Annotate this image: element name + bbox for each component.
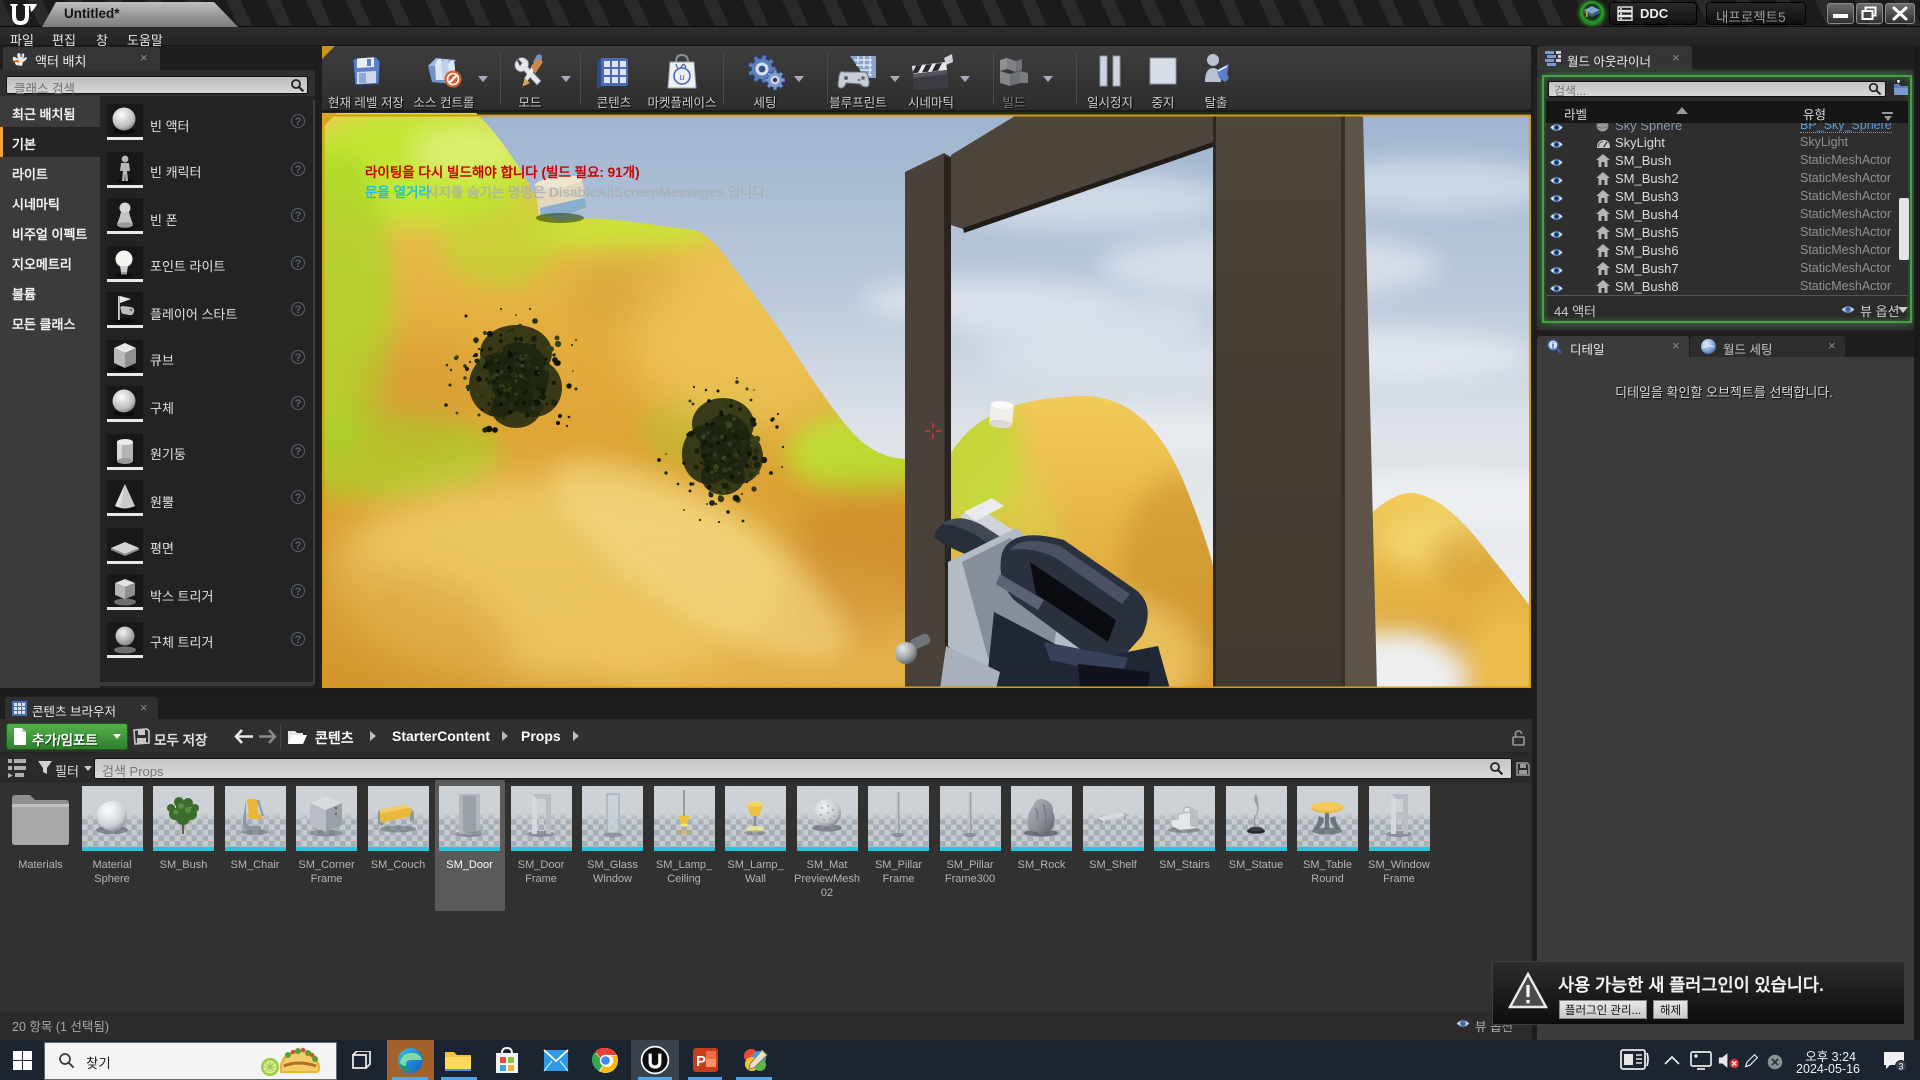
svg-text:P: P: [696, 1053, 706, 1070]
svg-text:문을 열거라: 문을 열거라: [365, 184, 431, 200]
svg-text:시지를 숨기는 명령은 DisableAllScreenMe: 시지를 숨기는 명령은 DisableAllScreenMessages 입니다…: [426, 184, 769, 200]
svg-text:라이팅을 다시 빌드해야 합니다 (빌드 필요: 91개): 라이팅을 다시 빌드해야 합니다 (빌드 필요: 91개): [365, 164, 640, 180]
svg-text:u: u: [679, 71, 685, 83]
svg-text:3: 3: [1898, 1062, 1903, 1072]
